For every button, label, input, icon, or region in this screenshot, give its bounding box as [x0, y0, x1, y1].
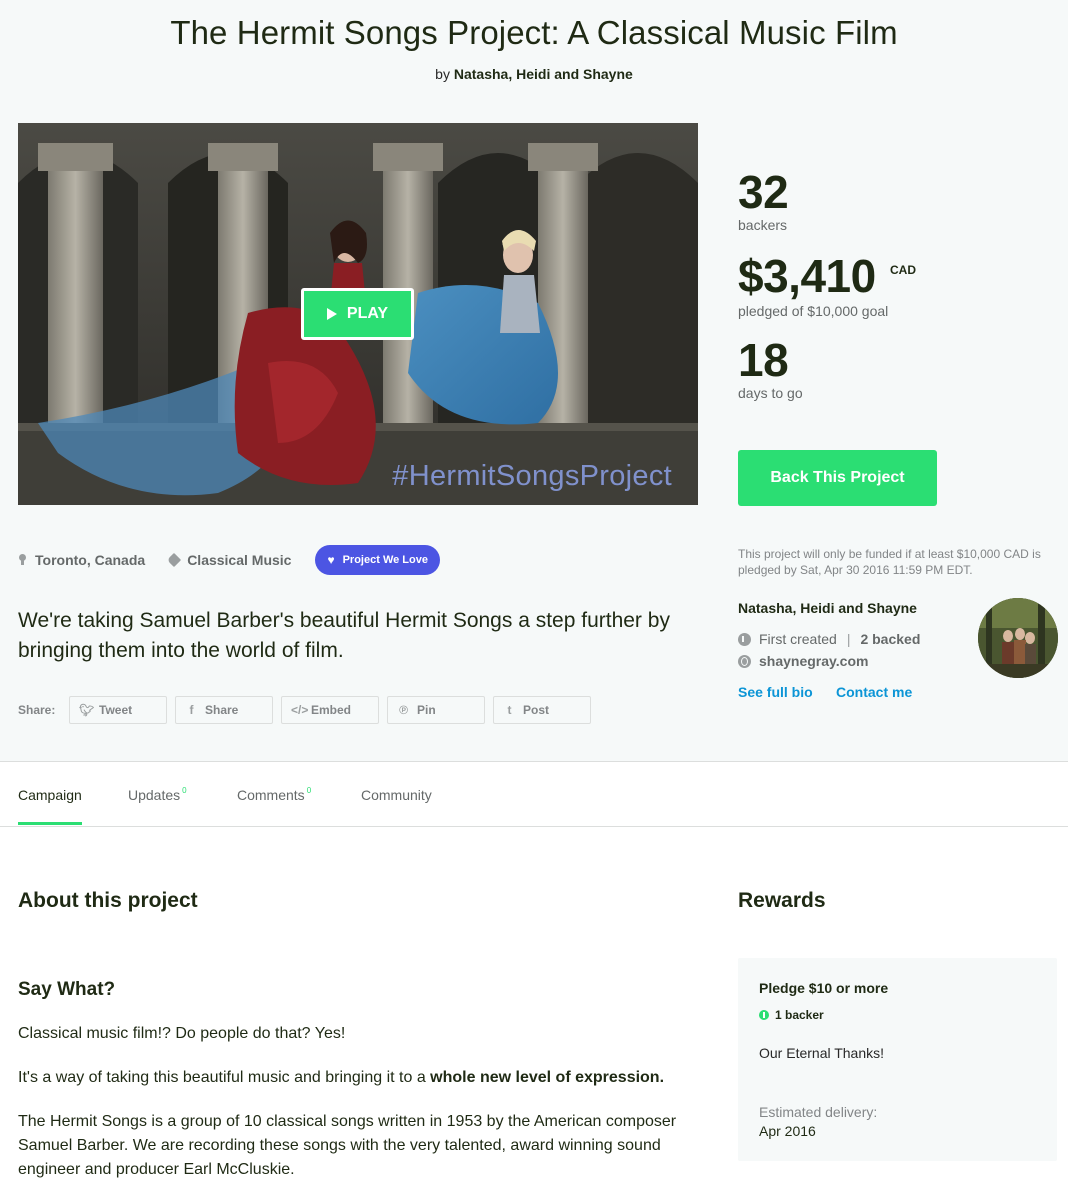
project-we-love-badge[interactable]: ♥ Project We Love	[315, 545, 440, 575]
pledged-amount: $3,410	[738, 250, 876, 302]
heart-icon: ♥	[327, 553, 335, 567]
tab-comments-label: Comments	[237, 787, 305, 803]
creator-avatar[interactable]	[978, 598, 1058, 678]
category-link[interactable]: Classical Music	[167, 552, 292, 568]
reward-backers-label: 1 backer	[775, 1008, 824, 1022]
pin-button[interactable]: ℗ Pin	[387, 696, 485, 724]
backed-count[interactable]: 2 backed	[860, 631, 920, 647]
tab-community[interactable]: Community	[361, 787, 432, 825]
back-this-project-button[interactable]: Back This Project	[738, 450, 937, 506]
pledged-label: pledged of $10,000 goal	[738, 303, 889, 319]
post-label: Post	[523, 703, 550, 717]
tweet-button[interactable]: 🐦︎ Tweet	[69, 696, 167, 724]
reward-title: Pledge $10 or more	[759, 980, 889, 996]
project-video[interactable]: PLAY #HermitSongsProject	[18, 123, 698, 505]
tab-comments[interactable]: Comments 0	[237, 786, 312, 825]
twitter-icon: 🐦︎	[79, 703, 95, 717]
backer-count-icon	[759, 1010, 769, 1020]
tab-campaign[interactable]: Campaign	[18, 787, 82, 825]
backers-count: 32	[738, 166, 789, 218]
reward-description: Our Eternal Thanks!	[759, 1045, 885, 1061]
estimated-delivery-date: Apr 2016	[759, 1123, 816, 1139]
location-label: Toronto, Canada	[35, 552, 146, 568]
project-title: The Hermit Songs Project: A Classical Mu…	[170, 14, 898, 51]
first-created-label: First created	[759, 631, 837, 647]
tumblr-post-button[interactable]: t Post	[493, 696, 591, 724]
about-paragraph: It's a way of taking this beautiful musi…	[18, 1066, 698, 1090]
byline-creator-link[interactable]: Natasha, Heidi and Shayne	[454, 66, 633, 82]
facebook-share-label: Share	[205, 703, 239, 717]
reward-backers: 1 backer	[759, 1008, 824, 1022]
estimated-delivery-label: Estimated delivery:	[759, 1104, 878, 1120]
category-label: Classical Music	[187, 552, 292, 568]
tab-campaign-label: Campaign	[18, 787, 82, 803]
share-label: Share:	[18, 703, 56, 717]
pledged-currency: CAD	[890, 263, 916, 277]
about-heading: About this project	[18, 889, 198, 912]
pin-label: Pin	[417, 703, 436, 717]
tag-icon	[167, 552, 182, 568]
video-watermark: #HermitSongsProject	[392, 460, 672, 492]
reward-card[interactable]: Pledge $10 or more 1 backer Our Eternal …	[738, 958, 1057, 1161]
project-blurb: We're taking Samuel Barber's beautiful H…	[18, 609, 670, 662]
tumblr-icon: t	[507, 703, 512, 717]
rewards-heading: Rewards	[738, 889, 826, 912]
project-hero: The Hermit Songs Project: A Classical Mu…	[0, 0, 1068, 762]
embed-button[interactable]: </> Embed	[281, 696, 379, 724]
location-link[interactable]: Toronto, Canada	[18, 552, 145, 568]
tab-updates-count: 0	[182, 786, 187, 795]
creator-name[interactable]: Natasha, Heidi and Shayne	[738, 600, 917, 616]
days-label: days to go	[738, 385, 803, 401]
creator-website-row: shaynegray.com	[738, 653, 868, 669]
tab-updates[interactable]: Updates 0	[128, 786, 187, 825]
creator-website-link[interactable]: shaynegray.com	[759, 653, 868, 669]
funding-note: This project will only be funded if at l…	[738, 547, 1041, 577]
about-paragraph-text: It's a way of taking this beautiful musi…	[18, 1069, 431, 1086]
tab-updates-label: Updates	[128, 787, 181, 803]
embed-icon: </>	[291, 703, 309, 717]
tweet-label: Tweet	[99, 703, 133, 717]
location-pin-icon	[18, 554, 27, 566]
about-subheading: Say What?	[18, 979, 116, 1000]
project-meta: Toronto, Canada Classical Music ♥ Projec…	[18, 545, 440, 575]
creator-history: First created | 2 backed	[738, 631, 920, 647]
divider: |	[846, 631, 851, 647]
byline-prefix: by	[435, 66, 450, 82]
globe-icon	[738, 654, 751, 668]
project-byline: by Natasha, Heidi and Shayne	[0, 66, 1068, 82]
kickstarter-icon	[738, 632, 751, 646]
badge-label: Project We Love	[342, 554, 428, 566]
backers-label: backers	[738, 217, 788, 233]
days-count: 18	[738, 334, 789, 386]
play-video-button[interactable]: PLAY	[301, 288, 414, 340]
pinterest-icon: ℗	[399, 703, 408, 717]
about-paragraph-bold: whole new level of expression.	[430, 1069, 665, 1086]
about-paragraph: The Hermit Songs is a group of 10 classi…	[18, 1113, 677, 1178]
contact-me-link[interactable]: Contact me	[836, 684, 912, 700]
tab-community-label: Community	[361, 787, 432, 803]
facebook-share-button[interactable]: f Share	[175, 696, 273, 724]
embed-label: Embed	[311, 703, 352, 717]
play-icon	[326, 308, 337, 320]
share-bar: Share: 🐦︎ Tweet f Share </> Embed ℗ Pin …	[18, 696, 599, 724]
project-tabs: Campaign Updates 0 Comments 0 Community	[0, 763, 1068, 827]
play-label: PLAY	[346, 305, 389, 322]
about-paragraph: Classical music film!? Do people do that…	[18, 1025, 346, 1042]
facebook-icon: f	[189, 703, 194, 717]
see-full-bio-link[interactable]: See full bio	[738, 684, 813, 700]
tab-comments-count: 0	[306, 786, 312, 795]
